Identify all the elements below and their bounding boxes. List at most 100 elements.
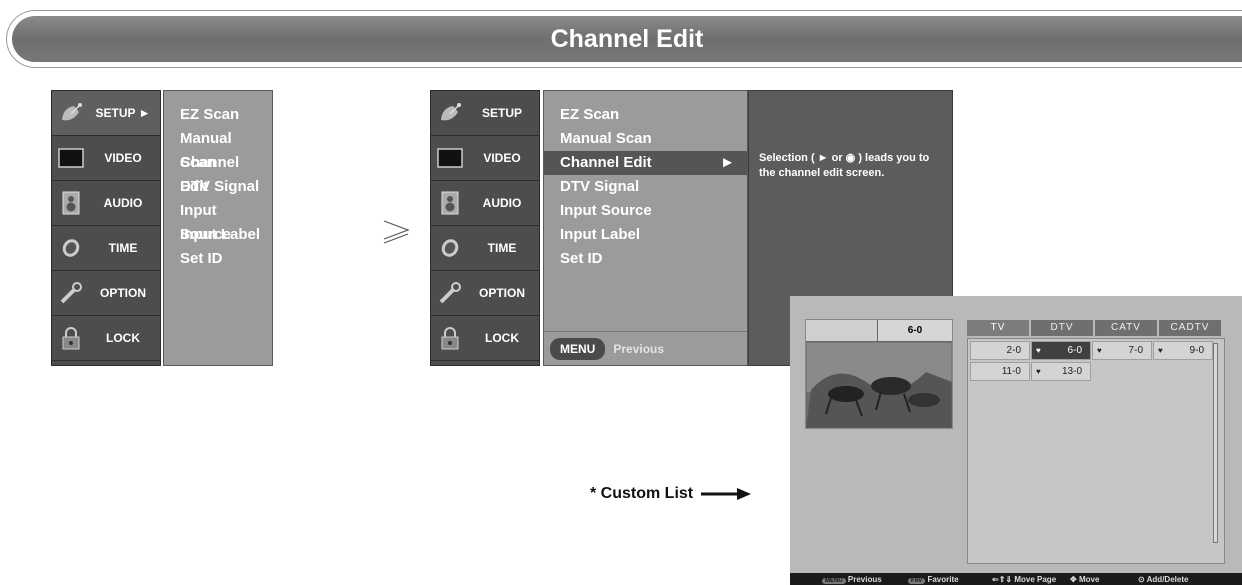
scrollbar[interactable] <box>1213 343 1218 543</box>
menu-item-label: Set ID <box>180 250 223 267</box>
menu-footer: MENU Previous <box>544 331 747 365</box>
channel-screen-footer: MENU Previous FAV Favorite ⇐⇑⇓ Move Page… <box>790 573 1242 585</box>
clock-icon <box>431 237 469 259</box>
play-arrow-icon: ► <box>720 154 735 171</box>
padlock-icon <box>52 326 90 350</box>
tab-row: TV DTV CATV CADTV <box>967 320 1221 336</box>
menu-item-label: Channel Edit <box>180 154 240 195</box>
channel-cell[interactable]: 2-0 <box>970 341 1030 360</box>
heart-icon: ♥ <box>1158 346 1163 355</box>
menu-item-ez-scan[interactable]: EZ Scan <box>164 103 272 127</box>
footer-favorite: FAV Favorite <box>908 575 959 584</box>
side-item-time[interactable]: TIME <box>431 226 539 271</box>
footer-move: ✥ Move <box>1070 574 1100 584</box>
menu-item-label: Input Label <box>180 226 260 243</box>
side-item-label: VIDEO <box>104 151 142 165</box>
side-item-option[interactable]: OPTION <box>431 271 539 316</box>
menu-item-channel-edit[interactable]: Channel Edit <box>164 151 272 195</box>
right-side-menu: SETUP VIDEO AUDIO TIME OPTION LOCK <box>430 90 540 366</box>
satellite-dish-icon <box>52 102 90 124</box>
clock-icon <box>52 237 90 259</box>
channel-number: 13-0 <box>1061 366 1082 377</box>
monitor-icon <box>52 148 90 168</box>
menu-item-label: Channel Edit <box>560 154 652 171</box>
side-item-label: TIME <box>108 241 138 255</box>
monitor-icon <box>431 148 469 168</box>
tab-dtv[interactable]: DTV <box>1031 320 1093 336</box>
side-item-label: SETUP ► <box>95 106 151 120</box>
menu-item-dtv-signal[interactable]: DTV Signal <box>164 175 272 199</box>
wrench-icon <box>52 281 90 305</box>
side-item-video[interactable]: VIDEO <box>52 136 160 181</box>
tab-tv[interactable]: TV <box>967 320 1029 336</box>
menu-item-input-source[interactable]: Input Source <box>164 199 272 243</box>
tab-cadtv[interactable]: CADTV <box>1159 320 1221 336</box>
padlock-icon <box>431 326 469 350</box>
tab-catv[interactable]: CATV <box>1095 320 1157 336</box>
speaker-icon <box>431 191 469 215</box>
side-item-video[interactable]: VIDEO <box>431 136 539 181</box>
channel-cell[interactable]: ♥ 9-0 <box>1153 341 1213 360</box>
side-item-time[interactable]: TIME <box>52 226 160 271</box>
previous-label: Previous <box>613 341 665 356</box>
satellite-dish-icon <box>431 102 469 124</box>
menu-item-set-id[interactable]: Set ID <box>164 247 272 271</box>
custom-list-callout: * Custom List <box>590 485 752 503</box>
menu-item-label: EZ Scan <box>560 106 620 123</box>
menu-item-ez-scan[interactable]: EZ Scan <box>544 103 747 127</box>
menu-item-dtv-signal[interactable]: DTV Signal <box>544 175 747 199</box>
side-item-label: AUDIO <box>482 196 522 210</box>
channel-cell[interactable]: ♥ 7-0 <box>1092 341 1152 360</box>
menu-item-input-source[interactable]: Input Source <box>544 199 747 223</box>
menu-button[interactable]: MENU <box>550 337 606 360</box>
menu-item-label: Input Source <box>180 202 231 243</box>
heart-icon: ♥ <box>1036 367 1041 376</box>
menu-item-input-label[interactable]: Input Label <box>544 223 747 247</box>
side-item-option[interactable]: OPTION <box>52 271 160 316</box>
menu-item-label: DTV Signal <box>560 178 640 195</box>
side-item-setup[interactable]: SETUP ► <box>52 91 160 136</box>
side-item-label: LOCK <box>106 331 140 345</box>
speaker-icon <box>52 191 90 215</box>
menu-item-channel-edit[interactable]: Channel Edit ► <box>544 151 747 175</box>
channel-cell[interactable]: ♥ 6-0 <box>1031 341 1091 360</box>
side-item-audio[interactable]: AUDIO <box>431 181 539 226</box>
menu-item-input-label[interactable]: Input Label <box>164 223 272 247</box>
footer-add-delete: ⊙ Add/Delete <box>1138 574 1189 584</box>
menu-item-label: EZ Scan <box>180 106 240 123</box>
menu-item-manual-scan[interactable]: Manual Scan <box>164 127 272 171</box>
side-item-label: OPTION <box>99 286 146 300</box>
side-item-label: VIDEO <box>483 151 521 165</box>
menu-item-set-id[interactable]: Set ID <box>544 247 747 271</box>
info-text: Selection ( ► or ◉ ) leads you to the ch… <box>759 152 930 179</box>
next-step-arrow-icon <box>383 220 410 244</box>
side-item-setup[interactable]: SETUP <box>431 91 539 136</box>
side-item-label: SETUP <box>481 106 522 120</box>
side-item-audio[interactable]: AUDIO <box>52 181 160 226</box>
preview-channel-number: 6-0 <box>878 320 952 341</box>
footer-move-page: ⇐⇑⇓ Move Page <box>992 574 1057 584</box>
menu-item-manual-scan[interactable]: Manual Scan <box>544 127 747 151</box>
channel-grid: 2-0 ♥ 6-0 ♥ 7-0 ♥ 9-0 11-0 ♥ 13-0 <box>967 338 1225 564</box>
heart-icon: ♥ <box>1097 346 1102 355</box>
side-item-lock[interactable]: LOCK <box>431 316 539 361</box>
menu-item-label: Input Source <box>560 202 652 219</box>
channel-cell[interactable]: 11-0 <box>970 362 1030 381</box>
preview-image <box>805 341 953 429</box>
menu-item-label: Manual Scan <box>180 130 232 171</box>
left-side-menu: SETUP ► VIDEO AUDIO TIME OPTION LOCK <box>51 90 161 366</box>
side-item-label: LOCK <box>485 331 519 345</box>
footer-previous: MENU Previous <box>822 575 882 584</box>
channel-number: 7-0 <box>1128 345 1143 356</box>
left-sub-menu: EZ Scan Manual Scan Channel Edit DTV Signal… <box>163 90 273 366</box>
page-title: Channel Edit <box>12 16 1242 62</box>
side-item-label: OPTION <box>478 286 525 300</box>
right-sub-menu: EZ Scan Manual Scan Channel Edit ► DTV Signa… <box>543 90 748 366</box>
preview-window: 6-0 <box>805 319 953 429</box>
channel-number: 2-0 <box>1006 345 1021 356</box>
menu-item-label: DTV Signal <box>180 178 260 195</box>
menu-item-label: Manual Scan <box>560 130 652 147</box>
channel-cell[interactable]: ♥ 13-0 <box>1031 362 1091 381</box>
side-item-lock[interactable]: LOCK <box>52 316 160 361</box>
channel-number: 11-0 <box>1001 366 1021 377</box>
